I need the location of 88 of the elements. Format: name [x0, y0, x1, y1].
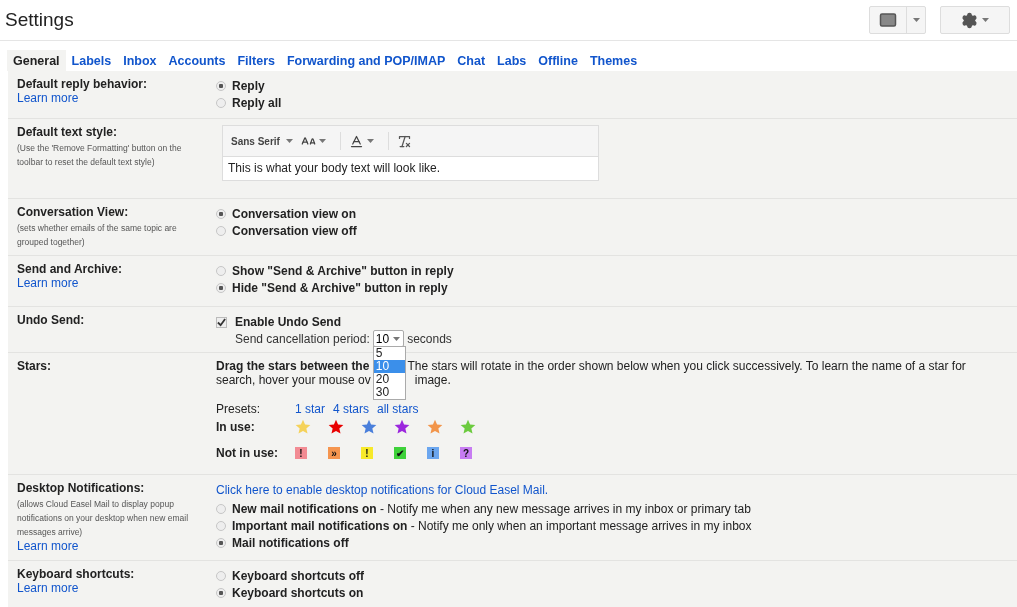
radio-button[interactable]: [216, 571, 226, 581]
setting-label: Stars:: [17, 359, 51, 373]
setting-note: (allows Cloud Easel Mail to display popup notifications on your desktop when new email messages arrive): [17, 498, 190, 539]
period-label: Send cancellation period:: [235, 331, 370, 346]
settings-tab[interactable]: Offline: [532, 50, 584, 71]
setting-label: Send and Archive:: [17, 262, 122, 276]
option-label: Hide "Send & Archive" button in reply: [232, 281, 448, 295]
preset-link[interactable]: 1 star: [295, 402, 325, 416]
stars-instruction: image.: [414, 373, 451, 387]
font-select[interactable]: Sans Serif: [231, 135, 293, 147]
keyboard-button[interactable]: [869, 6, 926, 34]
in-use-label: In use:: [216, 420, 256, 434]
caret-icon: [982, 18, 989, 22]
seconds-label: seconds: [407, 331, 452, 346]
option-label: Conversation view off: [232, 224, 357, 238]
option-label: Show "Send & Archive" button in reply: [232, 264, 454, 278]
radio-button[interactable]: [216, 209, 226, 219]
star-badge[interactable]: ?: [460, 447, 472, 459]
checkbox-label: Enable Undo Send: [235, 315, 341, 329]
setting-label: Default text style:: [17, 125, 118, 139]
caret-icon: [318, 139, 326, 143]
star-badge[interactable]: ✔: [394, 447, 406, 459]
option-label: Important mail notifications on - Notify me only when an important message arrives in my inbox: [232, 519, 752, 533]
presets-label: Presets:: [216, 402, 261, 416]
caret-icon: [912, 18, 920, 22]
option-label: Reply: [232, 79, 265, 93]
preset-link[interactable]: 4 stars: [333, 402, 370, 416]
settings-tab[interactable]: Inbox: [117, 50, 163, 71]
setting-note: (Use the 'Remove Formatting' button on the toolbar to reset the default text style): [17, 142, 183, 169]
setting-label: Keyboard shortcuts:: [17, 567, 135, 581]
settings-tab[interactable]: Forwarding and POP/IMAP: [281, 50, 452, 71]
settings-icon: [961, 11, 978, 29]
star-icon[interactable]: [328, 419, 344, 435]
radio-button[interactable]: [216, 521, 226, 531]
settings-tab[interactable]: General: [7, 50, 66, 71]
option-label: Mail notifications off: [232, 536, 349, 550]
caret-icon: [285, 139, 293, 143]
setting-label: Undo Send:: [17, 313, 85, 327]
learn-more-link[interactable]: Learn more: [17, 91, 79, 105]
learn-more-link[interactable]: Learn more: [17, 581, 79, 595]
settings-tab[interactable]: Themes: [583, 50, 644, 71]
enable-notifications-link[interactable]: Click here to enable desktop notifications for Cloud Easel Mail.: [216, 483, 1008, 497]
star-badge[interactable]: !: [361, 447, 373, 459]
learn-more-link[interactable]: Learn more: [17, 276, 79, 290]
star-icon[interactable]: [427, 419, 443, 435]
star-icon[interactable]: [295, 419, 311, 435]
stars-instruction: search, hover your mouse ov: [216, 373, 371, 387]
setting-label: Conversation View:: [17, 205, 129, 219]
option-label: New mail notifications on - Notify me when any new message arrives in my inbox or primary tab: [232, 502, 751, 516]
stars-instruction: The stars will rotate in the order shown below when you click successively. To learn the name of a star for: [407, 359, 966, 373]
setting-label: Desktop Notifications:: [17, 481, 145, 495]
setting-note: (sets whether emails of the same topic are grouped together): [17, 222, 178, 249]
radio-button[interactable]: [216, 504, 226, 514]
radio-button[interactable]: [216, 226, 226, 236]
radio-button[interactable]: [216, 81, 226, 91]
checkbox[interactable]: [216, 316, 227, 328]
radio-button[interactable]: [216, 283, 226, 293]
star-badge[interactable]: i: [427, 447, 439, 459]
settings-tab[interactable]: Labels: [65, 50, 118, 71]
option-label: Keyboard shortcuts on: [232, 586, 364, 600]
learn-more-link[interactable]: Learn more: [17, 539, 79, 553]
option-label: Conversation view on: [232, 207, 357, 221]
star-badge[interactable]: !: [295, 447, 307, 459]
caret-icon: [393, 336, 401, 341]
radio-button[interactable]: [216, 588, 226, 598]
settings-button[interactable]: [940, 6, 1010, 34]
star-icon[interactable]: [361, 419, 377, 435]
option-label: Keyboard shortcuts off: [232, 569, 364, 583]
settings-tab[interactable]: Accounts: [162, 50, 232, 71]
radio-button[interactable]: [216, 266, 226, 276]
remove-formatting-icon[interactable]: [396, 133, 412, 149]
not-in-use-label: Not in use:: [216, 446, 279, 460]
settings-tab[interactable]: Chat: [451, 50, 492, 71]
text-color-icon[interactable]: [348, 133, 364, 149]
settings-tab[interactable]: Labs: [491, 50, 533, 71]
radio-button[interactable]: [216, 538, 226, 548]
star-icon[interactable]: [460, 419, 476, 435]
star-badge[interactable]: »: [328, 447, 340, 459]
caret-icon: [366, 139, 374, 143]
setting-label: Default reply behavior:: [17, 77, 148, 91]
text-preview: This is what your body text will look like.: [223, 157, 598, 180]
settings-tab[interactable]: Filters: [231, 50, 281, 71]
radio-button[interactable]: [216, 98, 226, 108]
page-title: Settings: [5, 9, 75, 31]
star-icon[interactable]: [394, 419, 410, 435]
preset-link[interactable]: all stars: [377, 402, 419, 416]
stars-instruction: Drag the stars between the: [216, 359, 370, 373]
option-label: Reply all: [232, 96, 282, 110]
